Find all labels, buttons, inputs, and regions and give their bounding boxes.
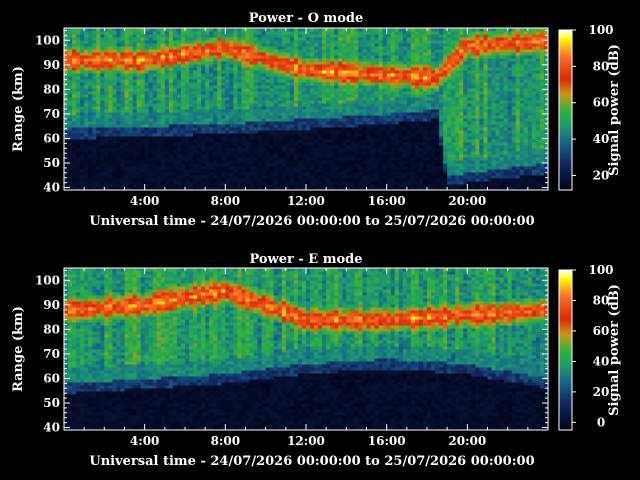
y-tick-label: 40 — [43, 421, 60, 435]
y-tick-label: 80 — [43, 82, 60, 96]
y-tick-label: 100 — [35, 33, 60, 47]
x-tick-label: 4:00 — [130, 194, 159, 208]
y-tick-label: 100 — [35, 273, 60, 287]
x-tick-label: 12:00 — [287, 194, 325, 208]
y-tick-label: 90 — [43, 298, 60, 312]
colorbar-label: Signal power (dB) — [607, 44, 622, 176]
colorbar-tick-label: 0 — [597, 415, 605, 429]
y-tick-label: 60 — [43, 371, 60, 385]
heatmap-cells — [64, 28, 549, 191]
colorbar-tick-label: 100 — [588, 23, 613, 37]
y-tick-label: 50 — [43, 396, 60, 410]
x-tick-label: 12:00 — [287, 434, 325, 448]
chart-canvas: 4:00 8:00 12:00 16:00 20:00 40 50 60 70 80 90 100 Po… — [11, 11, 622, 469]
y-tick-label: 90 — [43, 58, 60, 72]
x-axis-label: Universal time - 24/07/2026 00:00:00 to … — [89, 454, 534, 469]
colorbar — [558, 29, 576, 191]
y-axis-label: Range (km) — [11, 66, 26, 152]
x-axis-label: Universal time - 24/07/2026 00:00:00 to … — [89, 214, 534, 229]
y-tick-label: 60 — [43, 131, 60, 145]
y-axis-label: Range (km) — [11, 306, 26, 392]
x-tick-label: 4:00 — [130, 434, 159, 448]
x-tick-label: 20:00 — [448, 194, 486, 208]
x-tick-label: 8:00 — [211, 194, 240, 208]
y-tick-label: 40 — [43, 181, 60, 195]
chart-title: Power - O mode — [249, 11, 364, 26]
x-tick-label: 20:00 — [448, 434, 486, 448]
y-tick-label: 70 — [43, 347, 60, 361]
colorbar — [558, 269, 576, 431]
x-tick-label: 8:00 — [211, 434, 240, 448]
heatmap-panel-2 — [63, 267, 576, 431]
heatmap-panel-1 — [63, 27, 576, 191]
y-tick-label: 80 — [43, 322, 60, 336]
colorbar-tick-label: 100 — [588, 263, 613, 277]
x-tick-label: 16:00 — [368, 194, 406, 208]
colorbar-label: Signal power (dB) — [607, 284, 622, 416]
heatmap-cells — [64, 268, 549, 431]
chart-title: Power - E mode — [249, 252, 362, 267]
y-tick-label: 50 — [43, 156, 60, 170]
x-tick-label: 16:00 — [368, 434, 406, 448]
y-tick-label: 70 — [43, 107, 60, 121]
